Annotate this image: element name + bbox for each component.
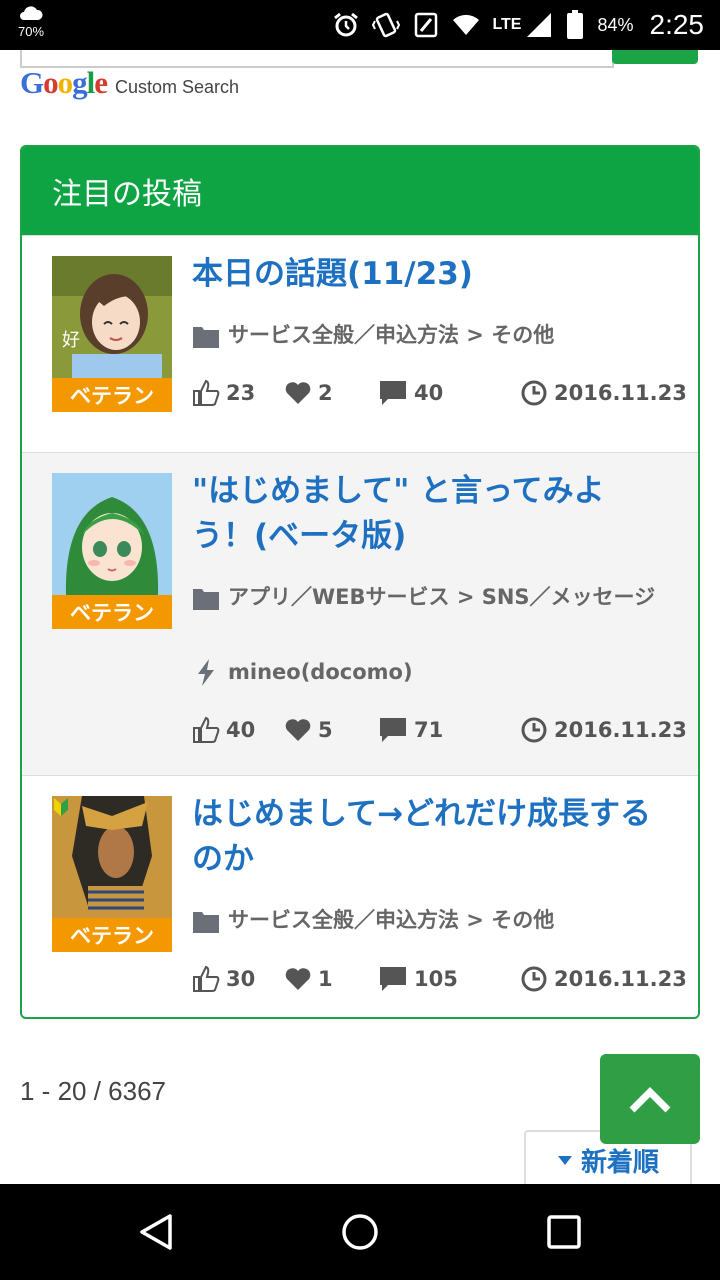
thumbs-up-icon xyxy=(193,965,220,992)
alarm-icon xyxy=(334,12,359,37)
likes-count: 30 xyxy=(226,967,256,991)
post-stats: 40 5 71 2016.11.23 xyxy=(192,713,687,747)
nfc-icon xyxy=(415,12,438,38)
comments-stat[interactable]: 105 xyxy=(378,962,458,996)
back-button[interactable] xyxy=(96,1184,216,1280)
avatar[interactable]: ベテラン xyxy=(52,796,172,952)
date-label: 2016.11.23 xyxy=(554,381,687,405)
post-date: 2016.11.23 xyxy=(520,713,687,747)
folder-icon xyxy=(193,327,219,348)
comment-icon xyxy=(380,967,406,991)
post-date: 2016.11.23 xyxy=(520,962,687,996)
comments-count: 71 xyxy=(414,718,444,742)
post-stats: 30 1 105 2016.11.23 xyxy=(192,962,687,996)
hearts-count: 5 xyxy=(318,718,333,742)
likes-count: 23 xyxy=(226,381,256,405)
category-label: アプリ／WEBサービス > SNS／メッセージ xyxy=(228,585,656,609)
hearts-stat[interactable]: 1 xyxy=(284,962,333,996)
comments-count: 40 xyxy=(414,381,444,405)
folder-icon xyxy=(193,912,219,933)
svg-text:好: 好 xyxy=(62,330,80,351)
clock-icon xyxy=(521,966,547,992)
heart-icon xyxy=(285,968,311,990)
pagination-range: 1 - 20 / 6367 xyxy=(20,1076,166,1106)
vibrate-icon xyxy=(372,12,401,38)
likes-stat[interactable]: 30 xyxy=(192,962,255,996)
search-button[interactable] xyxy=(612,50,698,64)
thumbs-up-icon xyxy=(193,716,220,743)
featured-posts-panel: 注目の投稿 好 ベテラン 本日の話題(11/23) サービス全般／申込方法 > … xyxy=(20,145,700,1019)
hearts-count: 1 xyxy=(318,967,333,991)
recents-button[interactable] xyxy=(504,1184,624,1280)
clock-icon xyxy=(521,717,547,743)
heart-icon xyxy=(285,382,311,404)
lightning-icon xyxy=(198,659,214,686)
comments-stat[interactable]: 40 xyxy=(378,376,443,410)
avatar[interactable]: 好 ベテラン xyxy=(52,256,172,412)
post-category[interactable]: アプリ／WEBサービス > SNS／メッセージ xyxy=(192,580,672,614)
google-logo: Google xyxy=(20,65,108,100)
hearts-stat[interactable]: 2 xyxy=(284,376,333,410)
recents-icon xyxy=(547,1215,581,1249)
likes-stat[interactable]: 23 xyxy=(192,376,255,410)
clock-icon xyxy=(521,380,547,406)
post-item[interactable]: ベテラン はじめまして→どれだけ成長するのか サービス全般／申込方法 > その他… xyxy=(22,775,698,1017)
avatar-image xyxy=(52,473,172,595)
avatar-image xyxy=(52,796,172,918)
post-title[interactable]: はじめまして→どれだけ成長するのか xyxy=(192,792,662,882)
navigation-bar xyxy=(0,1184,720,1280)
network-type: LTE xyxy=(492,16,522,33)
category-label: サービス全般／申込方法 > その他 xyxy=(228,908,555,932)
category-label: サービス全般／申込方法 > その他 xyxy=(228,323,555,347)
post-tag[interactable]: mineo(docomo) xyxy=(192,655,672,689)
post-category[interactable]: サービス全般／申込方法 > その他 xyxy=(192,318,672,352)
post-date: 2016.11.23 xyxy=(520,376,687,410)
cloud-icon xyxy=(20,6,43,20)
google-custom-search-brand: Google Custom Search xyxy=(20,66,239,100)
heart-icon xyxy=(285,719,311,741)
weather-percent: 70% xyxy=(18,24,45,39)
veteran-badge: ベテラン xyxy=(52,918,172,952)
hearts-stat[interactable]: 5 xyxy=(284,713,333,747)
comment-icon xyxy=(380,718,406,742)
date-label: 2016.11.23 xyxy=(554,967,687,991)
post-category[interactable]: サービス全般／申込方法 > その他 xyxy=(192,903,672,937)
thumbs-up-icon xyxy=(193,379,220,406)
caret-down-icon xyxy=(557,1156,572,1165)
scroll-to-top-button[interactable] xyxy=(600,1054,700,1144)
wifi-icon xyxy=(453,14,480,35)
post-title[interactable]: 本日の話題(11/23) xyxy=(192,252,662,297)
sort-label: 新着順 xyxy=(580,1147,659,1178)
status-bar: 70% LTE 84% 2:25 xyxy=(0,0,720,50)
likes-stat[interactable]: 40 xyxy=(192,713,255,747)
tag-label: mineo(docomo) xyxy=(228,660,413,684)
home-button[interactable] xyxy=(300,1184,420,1280)
comments-stat[interactable]: 71 xyxy=(378,713,443,747)
hearts-count: 2 xyxy=(318,381,333,405)
avatar-image: 好 xyxy=(52,256,172,378)
likes-count: 40 xyxy=(226,718,256,742)
comment-icon xyxy=(380,381,406,405)
avatar[interactable]: ベテラン xyxy=(52,473,172,629)
veteran-badge: ベテラン xyxy=(52,378,172,412)
post-item[interactable]: 好 ベテラン 本日の話題(11/23) サービス全般／申込方法 > その他 23… xyxy=(22,235,698,452)
battery-icon xyxy=(567,10,584,39)
folder-icon xyxy=(193,589,219,610)
custom-search-label: Custom Search xyxy=(115,77,240,97)
post-stats: 23 2 40 2016.11.23 xyxy=(192,376,687,410)
lte-signal: LTE xyxy=(492,11,553,39)
comments-count: 105 xyxy=(414,967,458,991)
clock: 2:25 xyxy=(649,9,705,40)
post-title[interactable]: "はじめまして" と言ってみよう！(ベータ版) xyxy=(192,469,662,559)
back-icon xyxy=(140,1214,172,1250)
date-label: 2016.11.23 xyxy=(554,718,687,742)
signal-icon xyxy=(527,13,552,37)
home-icon xyxy=(342,1214,378,1250)
panel-title: 注目の投稿 xyxy=(22,147,698,235)
post-item[interactable]: ベテラン "はじめまして" と言ってみよう！(ベータ版) アプリ／WEBサービス… xyxy=(22,452,698,775)
chevron-up-icon xyxy=(629,1087,671,1113)
weather-indicator: 70% xyxy=(18,6,44,39)
veteran-badge: ベテラン xyxy=(52,595,172,629)
battery-percent: 84% xyxy=(597,14,634,35)
